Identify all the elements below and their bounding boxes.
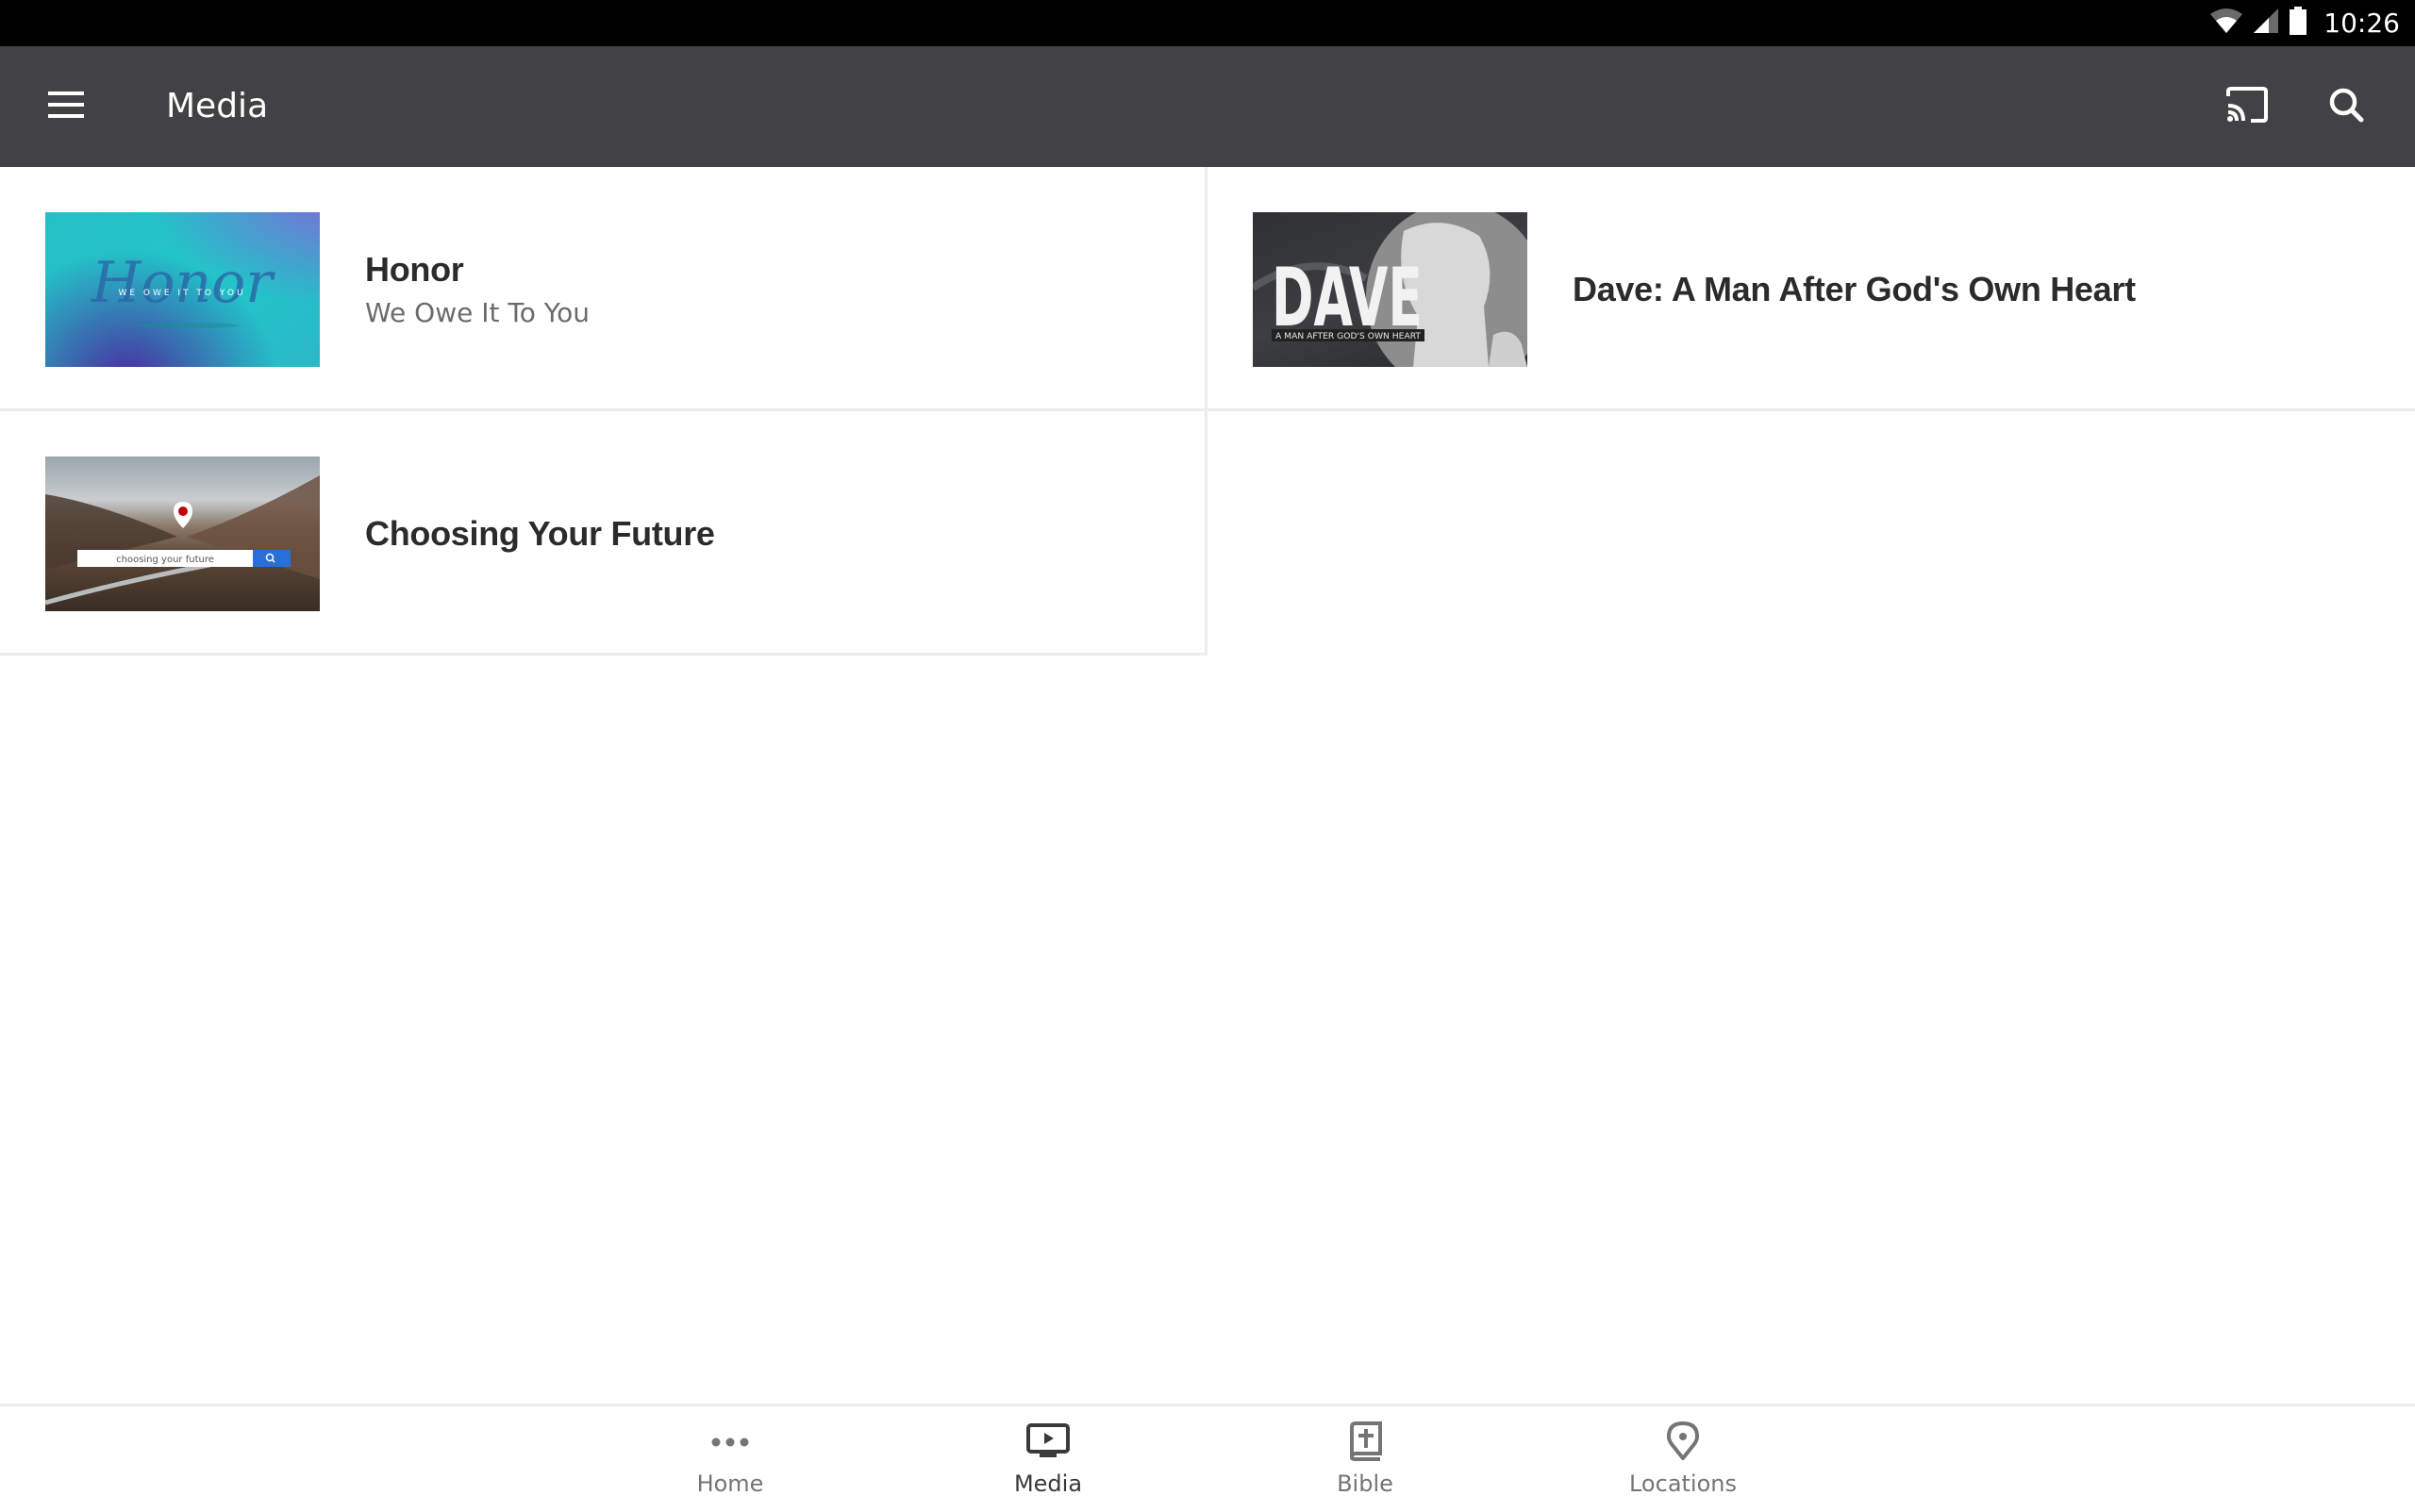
nav-label: Locations (1628, 1470, 1737, 1497)
battery-icon (2290, 7, 2307, 40)
nav-item-home[interactable]: Home (626, 1406, 834, 1512)
svg-text:WE OWE IT TO YOU: WE OWE IT TO YOU (118, 289, 245, 298)
app-toolbar: Media (0, 46, 2415, 167)
media-item-honor[interactable]: Honor WE OWE IT TO YOU Honor We Owe It T… (0, 167, 1208, 411)
tv-play-icon (1026, 1422, 1070, 1464)
honor-artwork: Honor WE OWE IT TO YOU (91, 250, 275, 328)
clock: 10:26 (2323, 8, 2400, 39)
media-item-title: Honor (365, 250, 464, 289)
media-item-dave[interactable]: DAVE A MAN AFTER GOD'S OWN HEART Dave: A… (1208, 167, 2415, 411)
dave-artwork: DAVE A MAN AFTER GOD'S OWN HEART (1253, 212, 1527, 367)
media-item-subtitle: We Owe It To You (365, 297, 591, 328)
menu-button[interactable] (38, 78, 94, 135)
bottom-navigation: Home Media Bible Locations (0, 1404, 2415, 1512)
cellular-signal-icon (2254, 8, 2279, 38)
location-pin-icon (1667, 1421, 1699, 1466)
cast-icon (2225, 86, 2269, 127)
choosing-your-future-thumbnail: choosing your future (45, 457, 320, 611)
nav-label: Bible (1337, 1470, 1393, 1497)
wifi-icon (2210, 8, 2243, 38)
nav-item-media[interactable]: Media (944, 1406, 1152, 1512)
dave-thumbnail: DAVE A MAN AFTER GOD'S OWN HEART (1253, 212, 1527, 367)
svg-text:choosing your future: choosing your future (116, 555, 214, 565)
honor-thumbnail: Honor WE OWE IT TO YOU (45, 212, 320, 367)
nav-item-locations[interactable]: Locations (1579, 1406, 1787, 1512)
bible-icon (1348, 1421, 1382, 1466)
page-title: Media (166, 87, 269, 125)
status-bar: 10:26 (0, 0, 2415, 46)
more-dots-icon (711, 1435, 749, 1452)
hamburger-menu-icon (48, 91, 84, 123)
search-icon (2328, 87, 2364, 127)
media-item-title: Dave: A Man After God's Own Heart (1573, 269, 2136, 308)
media-item-choosing-your-future[interactable]: choosing your future Choosing Your Futur… (0, 411, 1208, 656)
search-button[interactable] (2318, 78, 2374, 135)
svg-text:A MAN AFTER GOD'S OWN HEART: A MAN AFTER GOD'S OWN HEART (1275, 332, 1422, 341)
nav-item-bible[interactable]: Bible (1261, 1406, 1469, 1512)
nav-label: Home (696, 1470, 764, 1497)
media-item-title: Choosing Your Future (365, 513, 715, 553)
nav-label: Media (1013, 1470, 1083, 1497)
cast-button[interactable] (2219, 78, 2275, 135)
svg-text:Honor: Honor (91, 250, 275, 316)
choosing-your-future-artwork: choosing your future (45, 475, 320, 606)
